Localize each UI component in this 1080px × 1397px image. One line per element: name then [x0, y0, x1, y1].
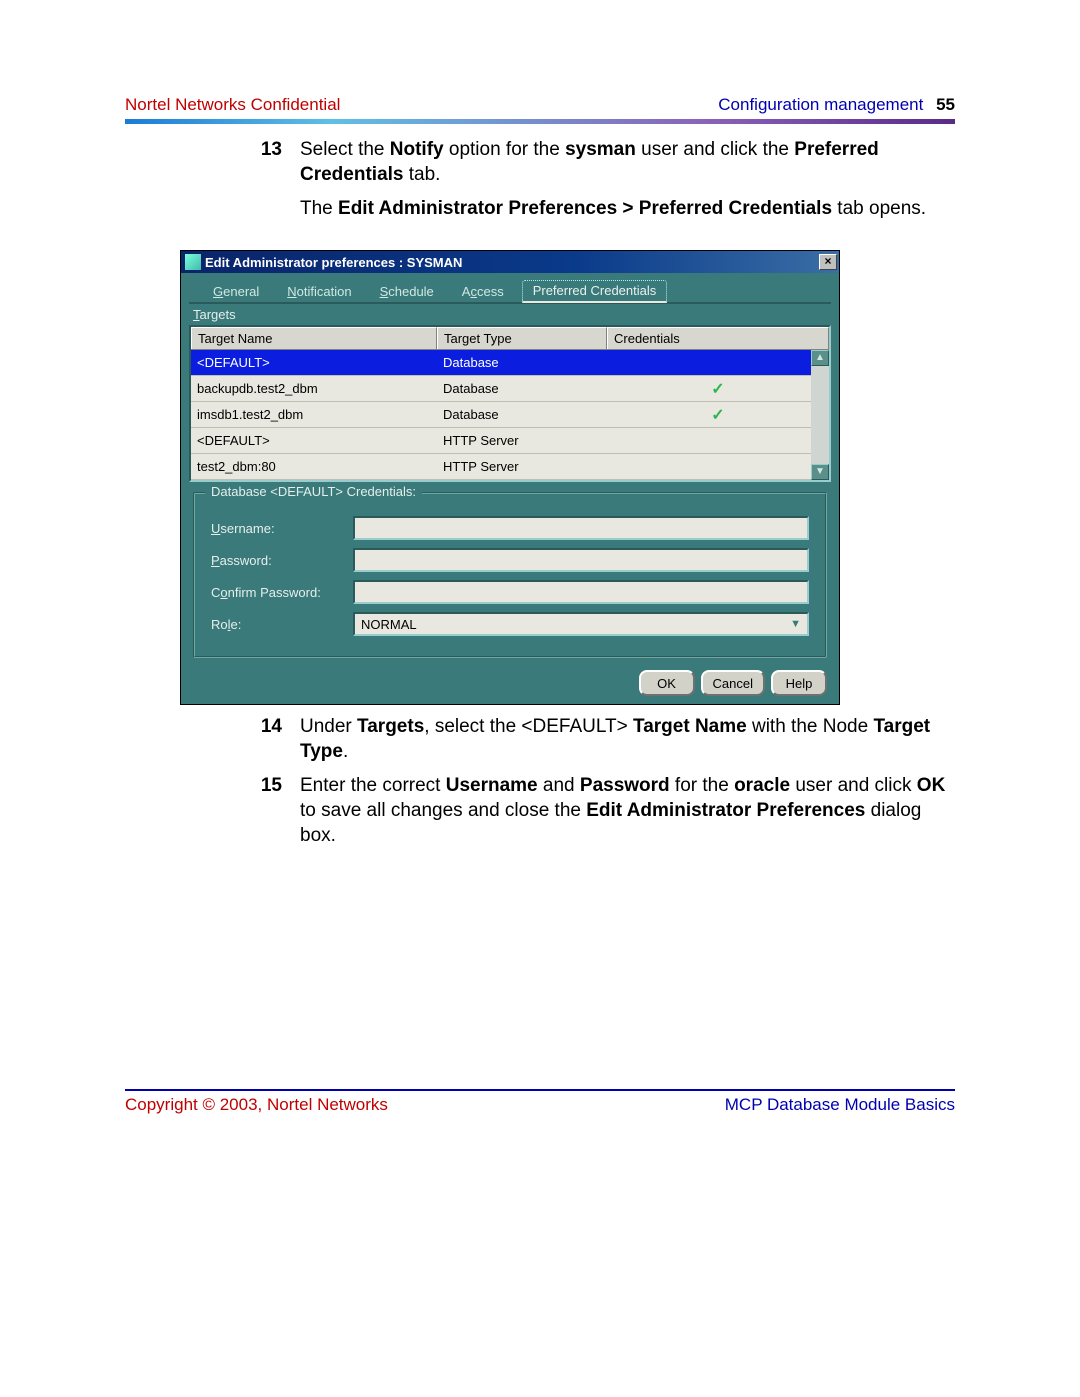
close-icon[interactable]: ×	[819, 254, 837, 270]
step-number: 13	[255, 138, 300, 240]
step-number: 15	[255, 774, 300, 848]
step-13-result: The Edit Administrator Preferences > Pre…	[300, 197, 955, 222]
username-label: Username:	[211, 521, 353, 536]
tab-access[interactable]: Access	[452, 282, 514, 302]
edit-admin-prefs-dialog: Edit Administrator preferences : SYSMAN …	[180, 250, 840, 705]
role-label: Role:	[211, 617, 353, 632]
fieldset-legend: Database <DEFAULT> Credentials:	[205, 484, 422, 499]
tab-preferred-credentials[interactable]: Preferred Credentials	[522, 280, 668, 303]
table-row[interactable]: <DEFAULT> HTTP Server	[191, 428, 829, 454]
footer-doc-title: MCP Database Module Basics	[725, 1095, 955, 1115]
confirm-password-input[interactable]	[353, 580, 809, 604]
scroll-down-icon[interactable]: ▼	[811, 464, 829, 480]
tab-strip: General Notification Schedule Access Pre…	[189, 279, 831, 302]
tab-notification[interactable]: Notification	[277, 282, 361, 302]
scroll-up-icon[interactable]: ▲	[811, 350, 829, 366]
titlebar-text: Edit Administrator preferences : SYSMAN	[205, 255, 819, 270]
tab-schedule[interactable]: Schedule	[370, 282, 444, 302]
col-target-type[interactable]: Target Type	[437, 327, 607, 349]
dialog-button-row: OK Cancel Help	[189, 670, 831, 696]
role-select[interactable]: NORMAL ▼	[353, 612, 809, 636]
preferred-credentials-panel: Targets Target Name Target Type Credenti…	[189, 302, 831, 696]
col-credentials[interactable]: Credentials	[607, 327, 829, 349]
ok-button[interactable]: OK	[639, 670, 695, 696]
step-15: 15 Enter the correct Username and Passwo…	[255, 774, 955, 848]
username-input[interactable]	[353, 516, 809, 540]
check-icon: ✓	[607, 405, 829, 425]
step-13: 13 Select the Notify option for the sysm…	[255, 138, 955, 240]
step-number: 14	[255, 715, 300, 764]
step-14: 14 Under Targets, select the <DEFAULT> T…	[255, 715, 955, 764]
footer-rule	[125, 1089, 955, 1091]
page-number: 55	[936, 95, 955, 114]
table-row[interactable]: imsdb1.test2_dbm Database ✓	[191, 402, 829, 428]
header-section: Configuration management 55	[718, 95, 955, 115]
help-button[interactable]: Help	[771, 670, 827, 696]
page-header: Nortel Networks Confidential Configurati…	[125, 95, 955, 115]
dialog-screenshot: Edit Administrator preferences : SYSMAN …	[180, 250, 840, 705]
table-row[interactable]: <DEFAULT> Database	[191, 350, 829, 376]
grid-header: Target Name Target Type Credentials	[191, 327, 829, 350]
targets-grid: Target Name Target Type Credentials <DEF…	[189, 325, 831, 482]
check-icon: ✓	[607, 379, 829, 399]
grid-scrollbar[interactable]: ▲ ▼	[811, 350, 829, 480]
step-text: Select the Notify option for the sysman …	[300, 138, 955, 240]
targets-label: Targets	[189, 304, 831, 325]
header-confidential: Nortel Networks Confidential	[125, 95, 340, 115]
cancel-button[interactable]: Cancel	[701, 670, 765, 696]
tab-general[interactable]: General	[203, 282, 269, 302]
header-rule	[125, 119, 955, 124]
credentials-fieldset: Database <DEFAULT> Credentials: Username…	[193, 492, 827, 658]
chevron-down-icon: ▼	[790, 618, 801, 630]
page-footer: Copyright © 2003, Nortel Networks MCP Da…	[125, 1095, 955, 1115]
titlebar[interactable]: Edit Administrator preferences : SYSMAN …	[181, 251, 839, 273]
app-icon	[185, 254, 201, 270]
table-row[interactable]: test2_dbm:80 HTTP Server	[191, 454, 829, 480]
role-value: NORMAL	[361, 617, 417, 632]
footer-copyright: Copyright © 2003, Nortel Networks	[125, 1095, 388, 1115]
password-label: Password:	[211, 553, 353, 568]
confirm-password-label: Confirm Password:	[211, 585, 353, 600]
grid-body[interactable]: <DEFAULT> Database backupdb.test2_dbm Da…	[191, 350, 829, 480]
step-text: Enter the correct Username and Password …	[300, 774, 955, 848]
step-text: Under Targets, select the <DEFAULT> Targ…	[300, 715, 955, 764]
col-target-name[interactable]: Target Name	[191, 327, 437, 349]
table-row[interactable]: backupdb.test2_dbm Database ✓	[191, 376, 829, 402]
password-input[interactable]	[353, 548, 809, 572]
